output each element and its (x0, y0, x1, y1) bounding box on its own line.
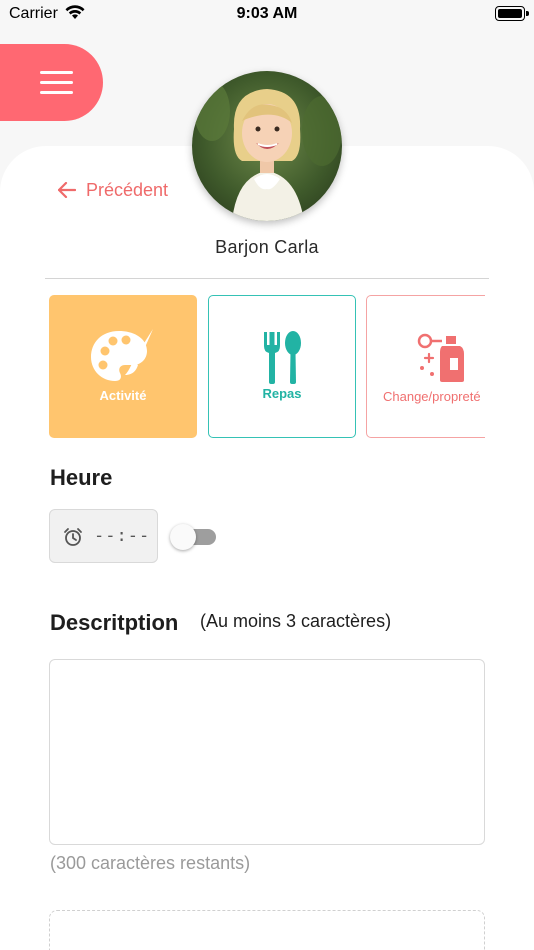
status-time: 9:03 AM (236, 5, 298, 22)
arrow-left-icon (58, 182, 76, 198)
cleaning-spray-icon (417, 333, 464, 382)
time-input[interactable]: --:-- (49, 509, 158, 563)
palette-icon (91, 329, 153, 381)
back-button[interactable]: Précédent (58, 178, 168, 202)
avatar (192, 71, 342, 221)
category-change[interactable]: Change/propreté (366, 295, 485, 438)
remaining-characters: (300 caractères restants) (50, 853, 251, 873)
time-value: --:-- (94, 526, 151, 546)
menu-button[interactable] (0, 44, 103, 121)
back-label: Précédent (86, 179, 169, 200)
description-title: Descritption (50, 610, 179, 635)
battery-icon (495, 6, 529, 21)
description-field[interactable] (49, 659, 485, 845)
fork-spoon-icon (264, 331, 301, 384)
category-activity[interactable]: Activité (49, 295, 197, 438)
attachment-dropzone[interactable] (49, 910, 485, 950)
child-name: Barjon Carla (215, 237, 319, 257)
hamburger-icon (40, 71, 73, 74)
time-toggle[interactable] (170, 524, 218, 550)
category-label: Change/propreté (383, 389, 481, 404)
category-label: Activité (99, 388, 147, 403)
description-hint: (Au moins 3 caractères) (200, 611, 392, 631)
time-section-title: Heure (50, 465, 113, 490)
status-bar: Carrier 9:03 AM (0, 0, 534, 30)
category-meal[interactable]: Repas (208, 295, 356, 438)
category-label: Repas (262, 386, 302, 401)
alarm-clock-icon (64, 528, 82, 546)
category-list: Activité Repas Change/propreté (49, 295, 485, 438)
divider (45, 278, 489, 279)
